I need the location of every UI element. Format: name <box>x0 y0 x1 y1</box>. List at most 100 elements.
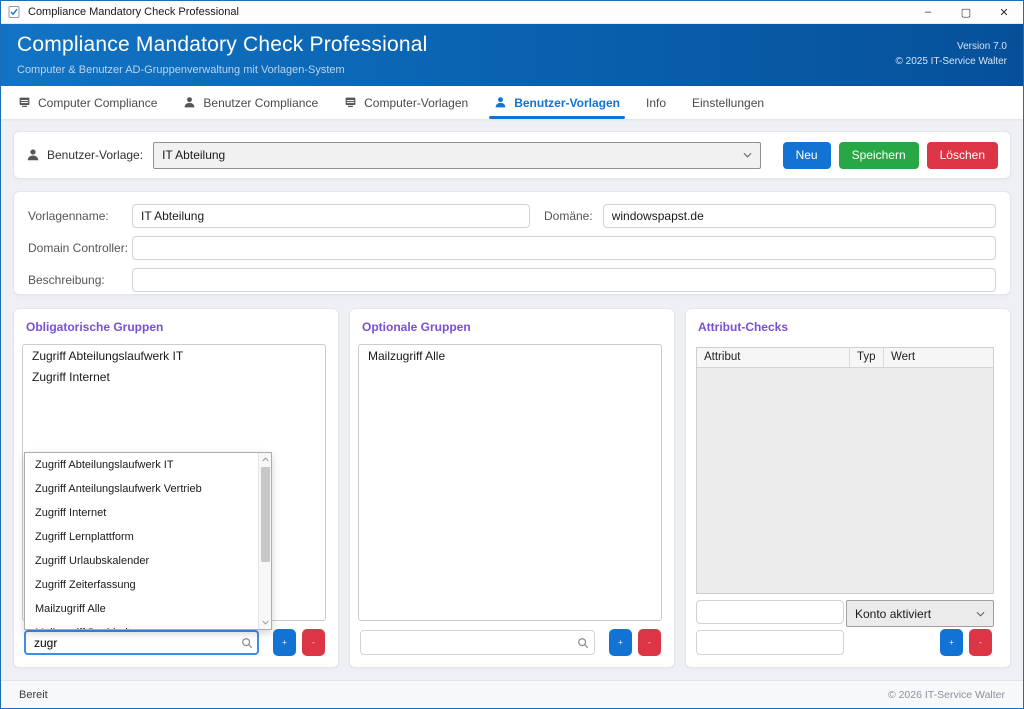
user-icon <box>183 96 196 109</box>
status-bar: Bereit © 2026 IT-Service Walter <box>1 680 1023 708</box>
list-item[interactable]: Zugriff Internet <box>23 366 325 387</box>
user-icon <box>494 96 507 109</box>
scrollbar-thumb[interactable] <box>261 467 270 562</box>
remove-attribute-button[interactable]: - <box>969 629 992 656</box>
domain-controller-input[interactable] <box>132 236 996 260</box>
attribute-name-input[interactable] <box>696 600 844 624</box>
attribute-table-header: Attribut Typ Wert <box>697 348 993 368</box>
version-text: Version 7.0 <box>896 40 1007 55</box>
vorlagenname-input[interactable] <box>132 204 530 228</box>
template-select[interactable]: IT Abteilung <box>153 142 761 169</box>
add-optional-group-button[interactable]: + <box>609 629 632 656</box>
add-attribute-button[interactable]: + <box>940 629 963 656</box>
suggestion-item[interactable]: Mailzugriff Buchhaltung <box>25 621 271 630</box>
optional-groups-toolbar: + - <box>360 629 661 656</box>
list-item[interactable]: Mailzugriff Alle <box>359 345 661 366</box>
optional-group-search <box>360 630 595 655</box>
suggestion-item[interactable]: Zugriff Zeiterfassung <box>25 573 271 597</box>
scroll-up-icon[interactable] <box>259 453 271 466</box>
panels-row: Obligatorische Gruppen Zugriff Abteilung… <box>13 308 1011 668</box>
template-select-label: Benutzer-Vorlage: <box>47 148 143 162</box>
vorlagenname-label: Vorlagenname: <box>28 209 132 223</box>
maximize-button[interactable]: ▢ <box>947 1 985 23</box>
suggestion-item[interactable]: Zugriff Urlaubskalender <box>25 549 271 573</box>
domain-controller-label: Domain Controller: <box>28 241 132 255</box>
suggestion-item[interactable]: Mailzugriff Alle <box>25 597 271 621</box>
column-header-typ[interactable]: Typ <box>850 348 884 367</box>
chevron-down-icon <box>743 152 752 158</box>
app-header: Compliance Mandatory Check Professional … <box>1 24 1023 86</box>
list-item[interactable]: Zugriff Abteilungslaufwerk IT <box>23 345 325 366</box>
scroll-down-icon[interactable] <box>259 616 271 629</box>
attribute-type-select[interactable]: Konto aktiviert <box>846 600 994 627</box>
minimize-button[interactable]: – <box>909 1 947 23</box>
attribute-value-row: + - <box>696 629 992 656</box>
tab-label: Info <box>646 96 666 110</box>
add-mandatory-group-button[interactable]: + <box>273 629 296 656</box>
mandatory-groups-panel: Obligatorische Gruppen Zugriff Abteilung… <box>13 308 339 668</box>
tab-label: Benutzer-Vorlagen <box>514 96 620 110</box>
attribute-value-input[interactable] <box>696 630 844 655</box>
attribute-checks-panel: Attribut-Checks Attribut Typ Wert Konto … <box>685 308 1011 668</box>
header-copyright: © 2025 IT-Service Walter <box>896 55 1007 70</box>
app-window: Compliance Mandatory Check Professional … <box>0 0 1024 709</box>
beschreibung-input[interactable] <box>132 268 996 292</box>
footer-copyright: © 2026 IT-Service Walter <box>888 689 1005 701</box>
tab-label: Einstellungen <box>692 96 764 110</box>
app-title: Compliance Mandatory Check Professional <box>17 33 428 57</box>
attribute-checks-title: Attribut-Checks <box>698 320 788 334</box>
chevron-down-icon <box>976 611 985 617</box>
app-icon <box>8 6 21 19</box>
template-selector-card: Benutzer-Vorlage: IT Abteilung Neu Speic… <box>13 131 1011 179</box>
version-block: Version 7.0 © 2025 IT-Service Walter <box>896 40 1007 69</box>
save-template-button[interactable]: Speichern <box>839 142 919 169</box>
tab-einstellungen[interactable]: Einstellungen <box>679 86 777 119</box>
dropdown-scrollbar[interactable] <box>258 453 271 629</box>
tab-computer-vorlagen[interactable]: Computer-Vorlagen <box>331 86 481 119</box>
status-text: Bereit <box>19 689 888 701</box>
suggestion-item[interactable]: Zugriff Internet <box>25 501 271 525</box>
window-title: Compliance Mandatory Check Professional <box>28 6 909 18</box>
mandatory-group-search <box>24 630 259 655</box>
computer-icon <box>344 96 357 109</box>
beschreibung-label: Beschreibung: <box>28 273 132 287</box>
template-form-card: Vorlagenname: Domäne: Domain Controller:… <box>13 191 1011 295</box>
tab-benutzer-vorlagen[interactable]: Benutzer-Vorlagen <box>481 86 633 119</box>
remove-mandatory-group-button[interactable]: - <box>302 629 325 656</box>
main-content: Benutzer-Vorlage: IT Abteilung Neu Speic… <box>1 119 1023 680</box>
column-header-wert[interactable]: Wert <box>884 348 993 367</box>
tab-label: Computer-Vorlagen <box>364 96 468 110</box>
computer-icon <box>18 96 31 109</box>
template-select-value: IT Abteilung <box>162 148 743 162</box>
attribute-checks-table: Attribut Typ Wert <box>696 347 994 594</box>
form-row-beschreibung: Beschreibung: <box>28 268 996 292</box>
tab-benutzer-compliance[interactable]: Benutzer Compliance <box>170 86 331 119</box>
form-row-domain-controller: Domain Controller: <box>28 236 996 260</box>
group-suggestions-dropdown: Zugriff Abteilungslaufwerk IT Zugriff An… <box>24 452 272 630</box>
mandatory-groups-toolbar: + - <box>24 629 325 656</box>
search-icon <box>241 637 253 649</box>
delete-template-button[interactable]: Löschen <box>927 142 998 169</box>
tab-computer-compliance[interactable]: Computer Compliance <box>5 86 170 119</box>
user-icon <box>26 148 40 162</box>
app-subtitle: Computer & Benutzer AD-Gruppenverwaltung… <box>17 64 345 76</box>
tab-info[interactable]: Info <box>633 86 679 119</box>
domaene-label: Domäne: <box>544 209 593 223</box>
tab-bar: Computer Compliance Benutzer Compliance … <box>1 86 1023 119</box>
suggestion-item[interactable]: Zugriff Abteilungslaufwerk IT <box>25 453 271 477</box>
column-header-attribut[interactable]: Attribut <box>697 348 850 367</box>
new-template-button[interactable]: Neu <box>783 142 831 169</box>
suggestion-item[interactable]: Zugriff Lernplattform <box>25 525 271 549</box>
window-controls: – ▢ ✕ <box>909 1 1023 23</box>
optional-groups-list: Mailzugriff Alle <box>358 344 662 621</box>
domaene-input[interactable] <box>603 204 996 228</box>
remove-optional-group-button[interactable]: - <box>638 629 661 656</box>
form-row-name-domain: Vorlagenname: Domäne: <box>28 204 996 228</box>
optional-group-search-input[interactable] <box>360 630 595 655</box>
close-button[interactable]: ✕ <box>985 1 1023 23</box>
attribute-type-value: Konto aktiviert <box>855 607 976 621</box>
optional-groups-panel: Optionale Gruppen Mailzugriff Alle + - <box>349 308 675 668</box>
suggestion-item[interactable]: Zugriff Anteilungslaufwerk Vertrieb <box>25 477 271 501</box>
optional-groups-title: Optionale Gruppen <box>362 320 471 334</box>
mandatory-group-search-input[interactable] <box>24 630 259 655</box>
